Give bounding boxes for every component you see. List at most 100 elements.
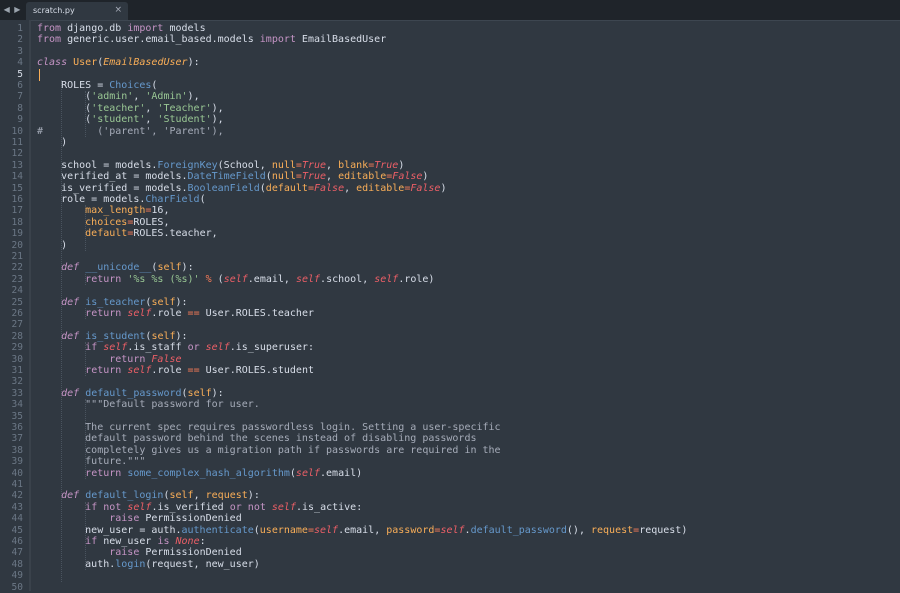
line-number: 30 [11, 353, 23, 365]
code-line: def is_teacher(self): [37, 297, 188, 308]
code-token: completely gives us a migration path if … [37, 444, 501, 456]
code-editor[interactable]: 1 2 3 4 5 6 7 8 9 10 11 12 13 14 15 16 17 18 19 20 21 22 23 24 2… [0, 20, 900, 593]
code-line: from django.db import models [37, 23, 206, 34]
code-token: username [259, 524, 308, 536]
code-token: .role [151, 365, 188, 376]
code-token: def [37, 387, 80, 399]
code-token: self [187, 387, 212, 399]
code-token: False [313, 182, 345, 194]
code-token: 'Student' [157, 114, 212, 126]
tab-scratch-py[interactable]: scratch.py × [26, 2, 128, 20]
tab-nav-arrows-icon[interactable]: ◀ ▶ [0, 0, 25, 20]
code-token: blank [338, 159, 369, 171]
code-token: def [37, 330, 80, 342]
code-token: default_password [470, 524, 567, 536]
code-token: is [157, 536, 170, 547]
code-line: if self.is_staff or self.is_superuser: [37, 342, 314, 353]
code-token: raise [109, 547, 140, 559]
code-token: __unicode__ [85, 262, 152, 274]
code-token: is_student [85, 330, 146, 342]
code-line: school = models.ForeignKey(School, null=… [37, 160, 404, 171]
code-token: some_complex_hash_algorithm [127, 467, 290, 479]
code-token: User.ROLES.teacher [199, 308, 314, 319]
code-token: ( [199, 194, 206, 205]
line-number: 41 [11, 479, 23, 490]
line-number: 46 [11, 536, 23, 547]
line-number: 13 [11, 159, 23, 171]
code-token: authenticate [181, 524, 254, 536]
code-token: User [73, 57, 98, 69]
code-line: def default_password(self): [37, 388, 224, 399]
code-token: class [37, 57, 68, 69]
code-token: self [169, 490, 194, 502]
code-token: self [127, 365, 152, 376]
code-line: ROLES = Choices( [37, 80, 157, 91]
code-token: role = models. [37, 194, 146, 205]
code-line: max_length=16, [37, 205, 169, 216]
code-token: User.ROLES.student [199, 365, 314, 376]
close-icon[interactable]: × [114, 5, 122, 15]
code-token: BooleanField [187, 182, 260, 194]
line-number: 34 [11, 399, 23, 411]
code-line: return self.role == User.ROLES.student [37, 365, 314, 376]
line-number: 10 [11, 125, 23, 137]
code-token: default [37, 228, 128, 240]
code-token: is_verified = models. [37, 182, 188, 194]
line-number: 3 [17, 45, 23, 57]
code-token: , [145, 114, 158, 126]
gutter-divider [29, 20, 31, 591]
line-number: 37 [11, 433, 23, 445]
line-number: 32 [11, 376, 23, 388]
code-token: .role) [398, 273, 435, 285]
code-token: EmailBasedUser [103, 57, 188, 69]
line-number: 20 [11, 239, 23, 251]
code-token: self [157, 262, 182, 274]
line-number: 45 [11, 524, 23, 536]
line-number: 44 [11, 513, 23, 525]
line-number: 22 [11, 262, 23, 274]
code-token: DateTimeField [187, 171, 266, 183]
code-token: null [271, 171, 296, 183]
line-number: 18 [11, 216, 23, 228]
code-token: .email, [247, 273, 296, 285]
code-token: 'Teacher' [157, 102, 212, 114]
code-token: 'admin' [91, 91, 134, 103]
code-token: , [344, 182, 357, 194]
code-token: null [271, 159, 296, 171]
code-token: """Default password for user. [37, 399, 260, 411]
code-token: ) [37, 239, 68, 251]
code-line: raise PermissionDenied [37, 513, 241, 525]
code-token: or [229, 501, 242, 513]
code-token: self [271, 501, 296, 513]
line-number: 28 [11, 330, 23, 342]
line-number: 8 [17, 102, 23, 114]
code-token: .is_staff [127, 342, 188, 354]
code-token: raise [109, 513, 140, 525]
code-token: ): [211, 387, 224, 399]
line-number: 39 [11, 456, 23, 468]
code-token: ROLES, [133, 216, 170, 228]
code-token: if [85, 536, 98, 547]
code-token: ( [151, 80, 158, 91]
code-token: self [151, 296, 176, 308]
code-token: .school, [320, 273, 375, 285]
code-token: generic.user.email_based.models [61, 34, 260, 46]
code-line: ('admin', 'Admin'), [37, 91, 199, 103]
code-token: , [326, 159, 339, 171]
code-token: , [133, 91, 146, 103]
line-number: 26 [11, 308, 23, 319]
code-token: False [151, 353, 182, 365]
code-token: import [127, 23, 164, 34]
code-token: True [301, 171, 327, 183]
code-token: ): [187, 57, 200, 69]
code-line: """Default password for user. [37, 399, 260, 410]
code-token: 'Admin' [145, 91, 188, 103]
code-token: ROLES = [37, 80, 110, 91]
code-token: (request, new_user) [145, 558, 260, 570]
code-line: completely gives us a migration path if … [37, 444, 501, 456]
line-number: 7 [17, 91, 23, 103]
